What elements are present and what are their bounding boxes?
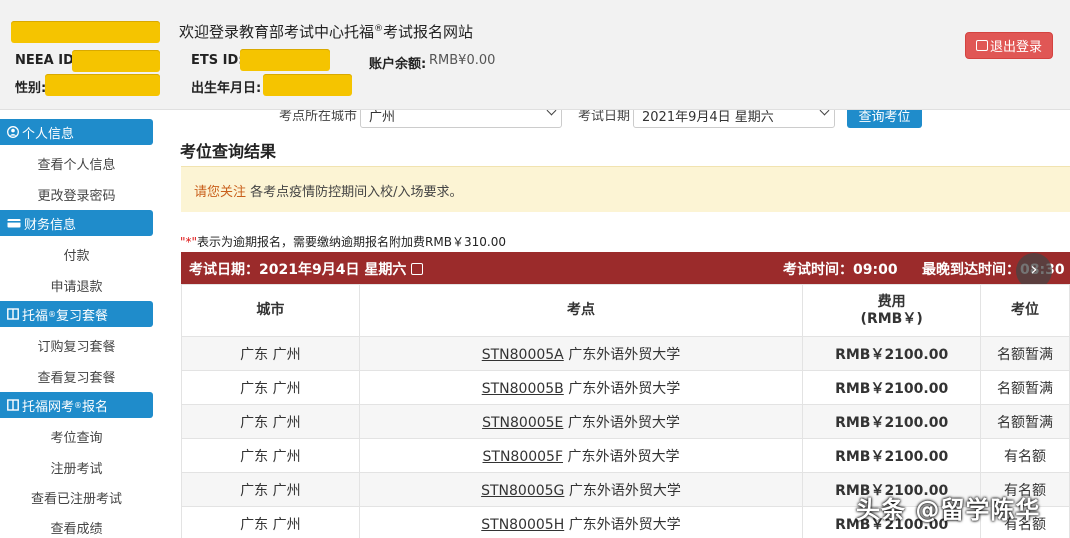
notice-text: 各考点疫情防控期间入校/入场要求。 xyxy=(250,185,463,200)
column-header-center: 考点 xyxy=(358,284,804,337)
test-center-name: 广东外语外贸大学 xyxy=(567,414,680,431)
sidebar-item-change-password[interactable]: 更改登录密码 xyxy=(0,185,153,204)
book-icon xyxy=(7,308,19,320)
test-center-code-link[interactable]: STN80005G xyxy=(481,483,564,499)
sidebar-item-seat-search[interactable]: 考位查询 xyxy=(0,427,153,446)
cell-seat-status: 名额暂满 xyxy=(980,336,1070,371)
column-header-fee: 费用 (RMB￥) xyxy=(802,284,982,337)
cell-center: STN80005E 广东外语外贸大学 xyxy=(358,404,804,439)
column-header-city: 城市 xyxy=(181,284,360,337)
credit-card-icon xyxy=(7,219,21,228)
test-center-code-link[interactable]: STN80005A xyxy=(482,347,564,363)
redacted-gender xyxy=(45,74,160,96)
balance-value: RMB¥0.00 xyxy=(429,53,496,68)
sidebar-item-view-profile[interactable]: 查看个人信息 xyxy=(0,154,153,173)
table-row: 广东 广州 STN80005A 广东外语外贸大学 RMB￥2100.00 名额暂满 xyxy=(181,336,1070,371)
logout-label: 退出登录 xyxy=(989,40,1042,55)
ets-id-label: ETS ID: xyxy=(191,53,244,68)
notice-banner: 请您关注 各考点疫情防控期间入校/入场要求。 xyxy=(181,166,1070,212)
sidebar: 个人信息 查看个人信息 更改登录密码 财务信息 付款 申请退款 托福 ® 复习套餐 … xyxy=(0,110,160,538)
test-center-code-link[interactable]: STN80005F xyxy=(483,449,564,465)
cell-center: STN80005B 广东外语外贸大学 xyxy=(358,370,804,405)
sidebar-item-view-scores[interactable]: 查看成绩 xyxy=(0,518,153,537)
redacted-neea-id xyxy=(72,50,160,72)
test-center-name: 广东外语外贸大学 xyxy=(568,516,681,533)
table-row: 广东 广州 STN80005E 广东外语外贸大学 RMB￥2100.00 名额暂满 xyxy=(181,404,1070,439)
cell-city: 广东 广州 xyxy=(181,336,360,371)
sidebar-item-buy-prep[interactable]: 订购复习套餐 xyxy=(0,336,153,355)
cell-center: STN80005A 广东外语外贸大学 xyxy=(358,336,804,371)
late-fee-note: "*"表示为逾期报名，需要缴纳逾期报名附加费RMB￥310.00 xyxy=(180,235,506,249)
results-title: 考位查询结果 xyxy=(180,142,277,161)
exam-date-bar: 考试日期：2021年9月4日 星期六 考试时间：09:00 最晚到达时间：08:… xyxy=(181,252,1070,284)
sidebar-section-prep[interactable]: 托福 ® 复习套餐 xyxy=(0,301,153,327)
cell-center: STN80005H 广东外语外贸大学 xyxy=(358,506,804,538)
cell-center: STN80005G 广东外语外贸大学 xyxy=(358,472,804,507)
test-center-name: 广东外语外贸大学 xyxy=(567,448,680,465)
sidebar-item-refund[interactable]: 申请退款 xyxy=(0,276,153,295)
notice-highlight: 请您关注 xyxy=(194,185,247,200)
column-header-seat: 考位 xyxy=(980,284,1070,337)
test-center-code-link[interactable]: STN80005H xyxy=(481,517,564,533)
balance-label: 账户余额: xyxy=(369,57,427,72)
test-center-name: 广东外语外贸大学 xyxy=(568,482,681,499)
exam-time: 考试时间：09:00 xyxy=(783,262,898,278)
date-select-value: 2021年9月4日 星期六 xyxy=(642,110,774,125)
sidebar-item-register-exam[interactable]: 注册考试 xyxy=(0,458,153,477)
cell-city: 广东 广州 xyxy=(181,404,360,439)
cell-city: 广东 广州 xyxy=(181,472,360,507)
cell-fee: RMB￥2100.00 xyxy=(802,336,982,371)
cell-city: 广东 广州 xyxy=(181,370,360,405)
neea-id-label: NEEA ID: xyxy=(15,53,80,68)
redacted-dob xyxy=(263,74,352,96)
calendar-icon xyxy=(411,263,424,275)
test-center-name: 广东外语外贸大学 xyxy=(568,346,681,363)
redacted-name xyxy=(11,21,160,43)
sidebar-item-view-registered[interactable]: 查看已注册考试 xyxy=(0,488,153,507)
test-center-code-link[interactable]: STN80005E xyxy=(482,415,563,431)
cell-city: 广东 广州 xyxy=(181,506,360,538)
cell-fee: RMB￥2100.00 xyxy=(802,370,982,405)
welcome-title: 欢迎登录教育部考试中心托福®考试报名网站 xyxy=(179,23,474,41)
test-center-name: 广东外语外贸大学 xyxy=(568,380,681,397)
exam-date-heading: 考试日期：2021年9月4日 星期六 xyxy=(189,259,424,279)
cell-seat-status: 名额暂满 xyxy=(980,404,1070,439)
cell-fee: RMB￥2100.00 xyxy=(802,404,982,439)
logout-button[interactable]: 退出登录 xyxy=(965,32,1053,59)
test-center-code-link[interactable]: STN80005B xyxy=(482,381,564,397)
cell-seat-status: 名额暂满 xyxy=(980,370,1070,405)
table-row: 广东 广州 STN80005F 广东外语外贸大学 RMB￥2100.00 有名额 xyxy=(181,438,1070,473)
sidebar-item-view-prep[interactable]: 查看复习套餐 xyxy=(0,367,153,386)
sidebar-section-registration[interactable]: 托福网考 ® 报名 xyxy=(0,392,153,418)
cell-city: 广东 广州 xyxy=(181,438,360,473)
cell-fee: RMB￥2100.00 xyxy=(802,438,982,473)
logout-icon xyxy=(975,40,988,51)
user-header: NEEA ID: 性别: 欢迎登录教育部考试中心托福®考试报名网站 ETS ID… xyxy=(0,0,1070,110)
city-select-value: 广州 xyxy=(369,110,396,125)
gender-label: 性别: xyxy=(15,81,47,96)
user-circle-icon xyxy=(7,126,19,138)
redacted-ets-id xyxy=(240,49,330,71)
sidebar-section-finance[interactable]: 财务信息 xyxy=(0,210,153,236)
table-header-row: 城市 考点 费用 (RMB￥) 考位 xyxy=(181,284,1070,337)
book-icon xyxy=(7,399,19,411)
dob-label: 出生年月日: xyxy=(191,81,262,96)
watermark: 头条 @留学陈华 xyxy=(856,496,1041,524)
sidebar-section-personal[interactable]: 个人信息 xyxy=(0,119,153,145)
sidebar-item-payment[interactable]: 付款 xyxy=(0,245,153,264)
cell-seat-status: 有名额 xyxy=(980,438,1070,473)
cell-center: STN80005F 广东外语外贸大学 xyxy=(358,438,804,473)
table-row: 广东 广州 STN80005B 广东外语外贸大学 RMB￥2100.00 名额暂满 xyxy=(181,370,1070,405)
